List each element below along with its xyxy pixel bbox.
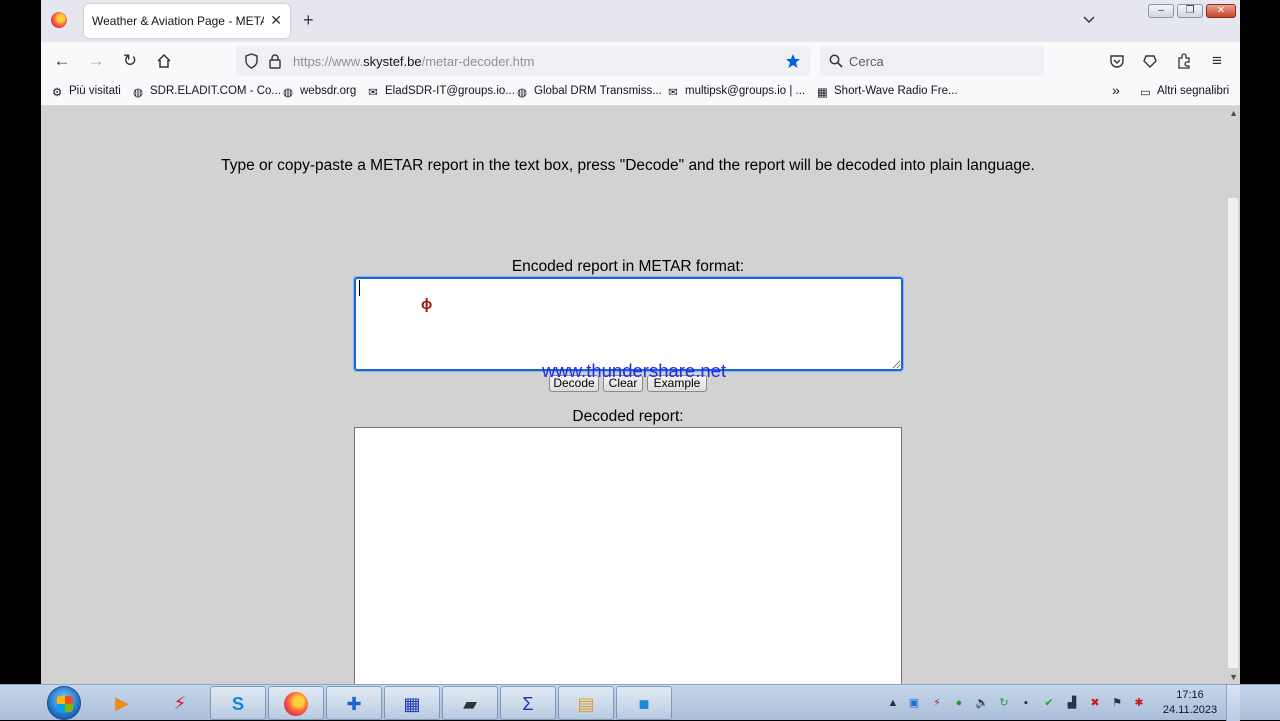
account-icon[interactable]	[1141, 52, 1159, 70]
radio-icon: ▦	[817, 87, 828, 99]
extensions-icon[interactable]	[1175, 52, 1193, 70]
tray-security-icon[interactable]: ●	[952, 696, 966, 710]
shield-icon[interactable]	[244, 53, 259, 69]
browser-window: Weather & Aviation Page - METAR ✕ + – ❐ …	[41, 0, 1240, 684]
metar-input[interactable]	[353, 276, 904, 372]
taskbar-camera-app[interactable]: ■	[616, 686, 672, 720]
tab-metar[interactable]: Weather & Aviation Page - METAR ✕	[84, 4, 290, 38]
bookmark-item-global-drm[interactable]: ◍ Global DRM Transmiss...	[517, 85, 662, 99]
list-tabs-chevron-icon[interactable]	[1082, 13, 1096, 27]
url-text[interactable]: https://www.skystef.be/metar-decoder.htm	[293, 54, 534, 69]
mail-icon: ✉	[368, 87, 378, 99]
windows-logo-icon	[57, 696, 73, 712]
bookmark-star-icon[interactable]	[785, 53, 801, 69]
taskbar-clock[interactable]: 17:16 24.11.2023	[1162, 688, 1218, 718]
nav-bar: ← → ↻ https://www.skystef.be/metar-decod…	[41, 42, 1240, 80]
taskbar-grid-app[interactable]: ▦	[384, 686, 440, 720]
bookmark-item-websdr[interactable]: ◍ websdr.org	[283, 85, 356, 99]
taskbar-sigma-app[interactable]: Σ	[500, 686, 556, 720]
firefox-icon[interactable]	[51, 12, 67, 28]
bookmark-item-piu-visitati[interactable]: ⚙ Più visitati	[52, 85, 121, 99]
minimize-button[interactable]: –	[1148, 4, 1174, 18]
scroll-down-icon[interactable]: ▼	[1229, 672, 1238, 682]
bookmark-item-multipsk[interactable]: ✉ multipsk@groups.io | ...	[668, 85, 805, 99]
globe-icon: ◍	[517, 87, 528, 99]
lock-icon[interactable]	[268, 53, 282, 69]
search-bar[interactable]: Cerca	[820, 46, 1044, 76]
tab-close-icon[interactable]: ✕	[270, 12, 282, 28]
decoded-report-label: Decoded report:	[572, 408, 684, 425]
bookmark-item-sdr-eladit[interactable]: ◍ SDR.ELADIT.COM - Co...	[133, 85, 281, 99]
taskbar: ▶ ⚡ S ✚ ▦ ▰ Σ ▤ ■ ▲ ▣ ⚡ ● 🔈 ↻ ▪ ✔ ▟ ✖ ⚑ …	[0, 684, 1280, 721]
bookmarks-overflow-icon[interactable]: »	[1112, 82, 1120, 98]
tray-expand-icon[interactable]: ▲	[886, 696, 900, 710]
page-scrollbar[interactable]: ▲ ▼	[1226, 106, 1240, 684]
firefox-icon	[284, 692, 308, 716]
intro-text: Type or copy-paste a METAR report in the…	[221, 157, 1035, 174]
show-desktop-button[interactable]	[1226, 685, 1240, 721]
new-tab-button[interactable]: +	[303, 11, 314, 29]
bookmark-item-short-wave[interactable]: ▦ Short-Wave Radio Fre...	[817, 85, 958, 99]
scroll-thumb[interactable]	[1228, 198, 1238, 668]
clock-date: 24.11.2023	[1162, 704, 1218, 716]
globe-icon: ◍	[133, 87, 144, 99]
taskbar-media-player[interactable]: ▶	[94, 686, 150, 720]
forward-arrow-icon[interactable]: →	[87, 52, 105, 70]
scroll-up-icon[interactable]: ▲	[1229, 108, 1238, 118]
tray-sync-icon[interactable]: ↻	[997, 696, 1011, 710]
taskbar-firefox[interactable]	[268, 686, 324, 720]
text-caret	[359, 280, 360, 296]
home-icon[interactable]	[155, 52, 173, 70]
tray-antenna-icon[interactable]: ⚡	[930, 696, 944, 710]
close-window-button[interactable]: ✕	[1206, 4, 1236, 18]
clock-time: 17:16	[1176, 689, 1204, 701]
taskbar-explorer[interactable]: ▤	[558, 686, 614, 720]
tray-monitor-icon[interactable]: ▣	[907, 696, 921, 710]
url-bar[interactable]: https://www.skystef.be/metar-decoder.htm	[236, 46, 810, 76]
tray-alert-icon[interactable]: ✱	[1132, 696, 1146, 710]
tab-strip: Weather & Aviation Page - METAR ✕ + – ❐ …	[41, 0, 1240, 42]
bookmark-item-eladsdr-it[interactable]: ✉ EladSDR-IT@groups.io...	[368, 85, 515, 99]
page-viewport: Type or copy-paste a METAR report in the…	[41, 106, 1240, 684]
watermark-text: www.thundershare.net	[542, 360, 727, 381]
mail-icon: ✉	[668, 87, 678, 99]
screen: Weather & Aviation Page - METAR ✕ + – ❐ …	[0, 0, 1280, 721]
tray-flag-icon[interactable]: ⚑	[1110, 696, 1124, 710]
taskbar-skype[interactable]: S	[210, 686, 266, 720]
pocket-icon[interactable]	[1108, 52, 1126, 70]
mouse-cursor-icon: ϕ	[421, 296, 433, 313]
encoded-report-label: Encoded report in METAR format:	[511, 258, 745, 275]
bookmarks-toolbar: ⚙ Più visitati ◍ SDR.ELADIT.COM - Co... ◍ w…	[41, 80, 1240, 106]
search-icon	[829, 54, 843, 68]
tray-network-icon[interactable]: ▟	[1065, 696, 1079, 710]
back-arrow-icon[interactable]: ←	[53, 52, 71, 70]
tray-shield-check-icon[interactable]: ✔	[1042, 696, 1056, 710]
gear-icon: ⚙	[52, 87, 63, 99]
reload-icon[interactable]: ↻	[121, 52, 139, 70]
taskbar-tools-app[interactable]: ✚	[326, 686, 382, 720]
menu-icon[interactable]: ≡	[1208, 52, 1226, 70]
tab-title: Weather & Aviation Page - METAR	[92, 14, 264, 28]
folder-icon: ▭	[1140, 87, 1151, 99]
globe-icon: ◍	[283, 87, 294, 99]
search-input[interactable]: Cerca	[849, 54, 884, 69]
other-bookmarks-folder[interactable]: ▭ Altri segnalibri	[1140, 85, 1229, 99]
taskbar-antenna-app[interactable]: ⚡	[152, 686, 208, 720]
tray-disconnect-icon[interactable]: ✖	[1088, 696, 1102, 710]
tray-volume-icon[interactable]: 🔈	[975, 696, 989, 710]
start-button[interactable]	[47, 686, 81, 720]
maximize-button[interactable]: ❐	[1177, 4, 1203, 18]
decoded-report-output[interactable]	[354, 427, 902, 684]
tray-device-icon[interactable]: ▪	[1019, 696, 1033, 710]
taskbar-folder-app[interactable]: ▰	[442, 686, 498, 720]
